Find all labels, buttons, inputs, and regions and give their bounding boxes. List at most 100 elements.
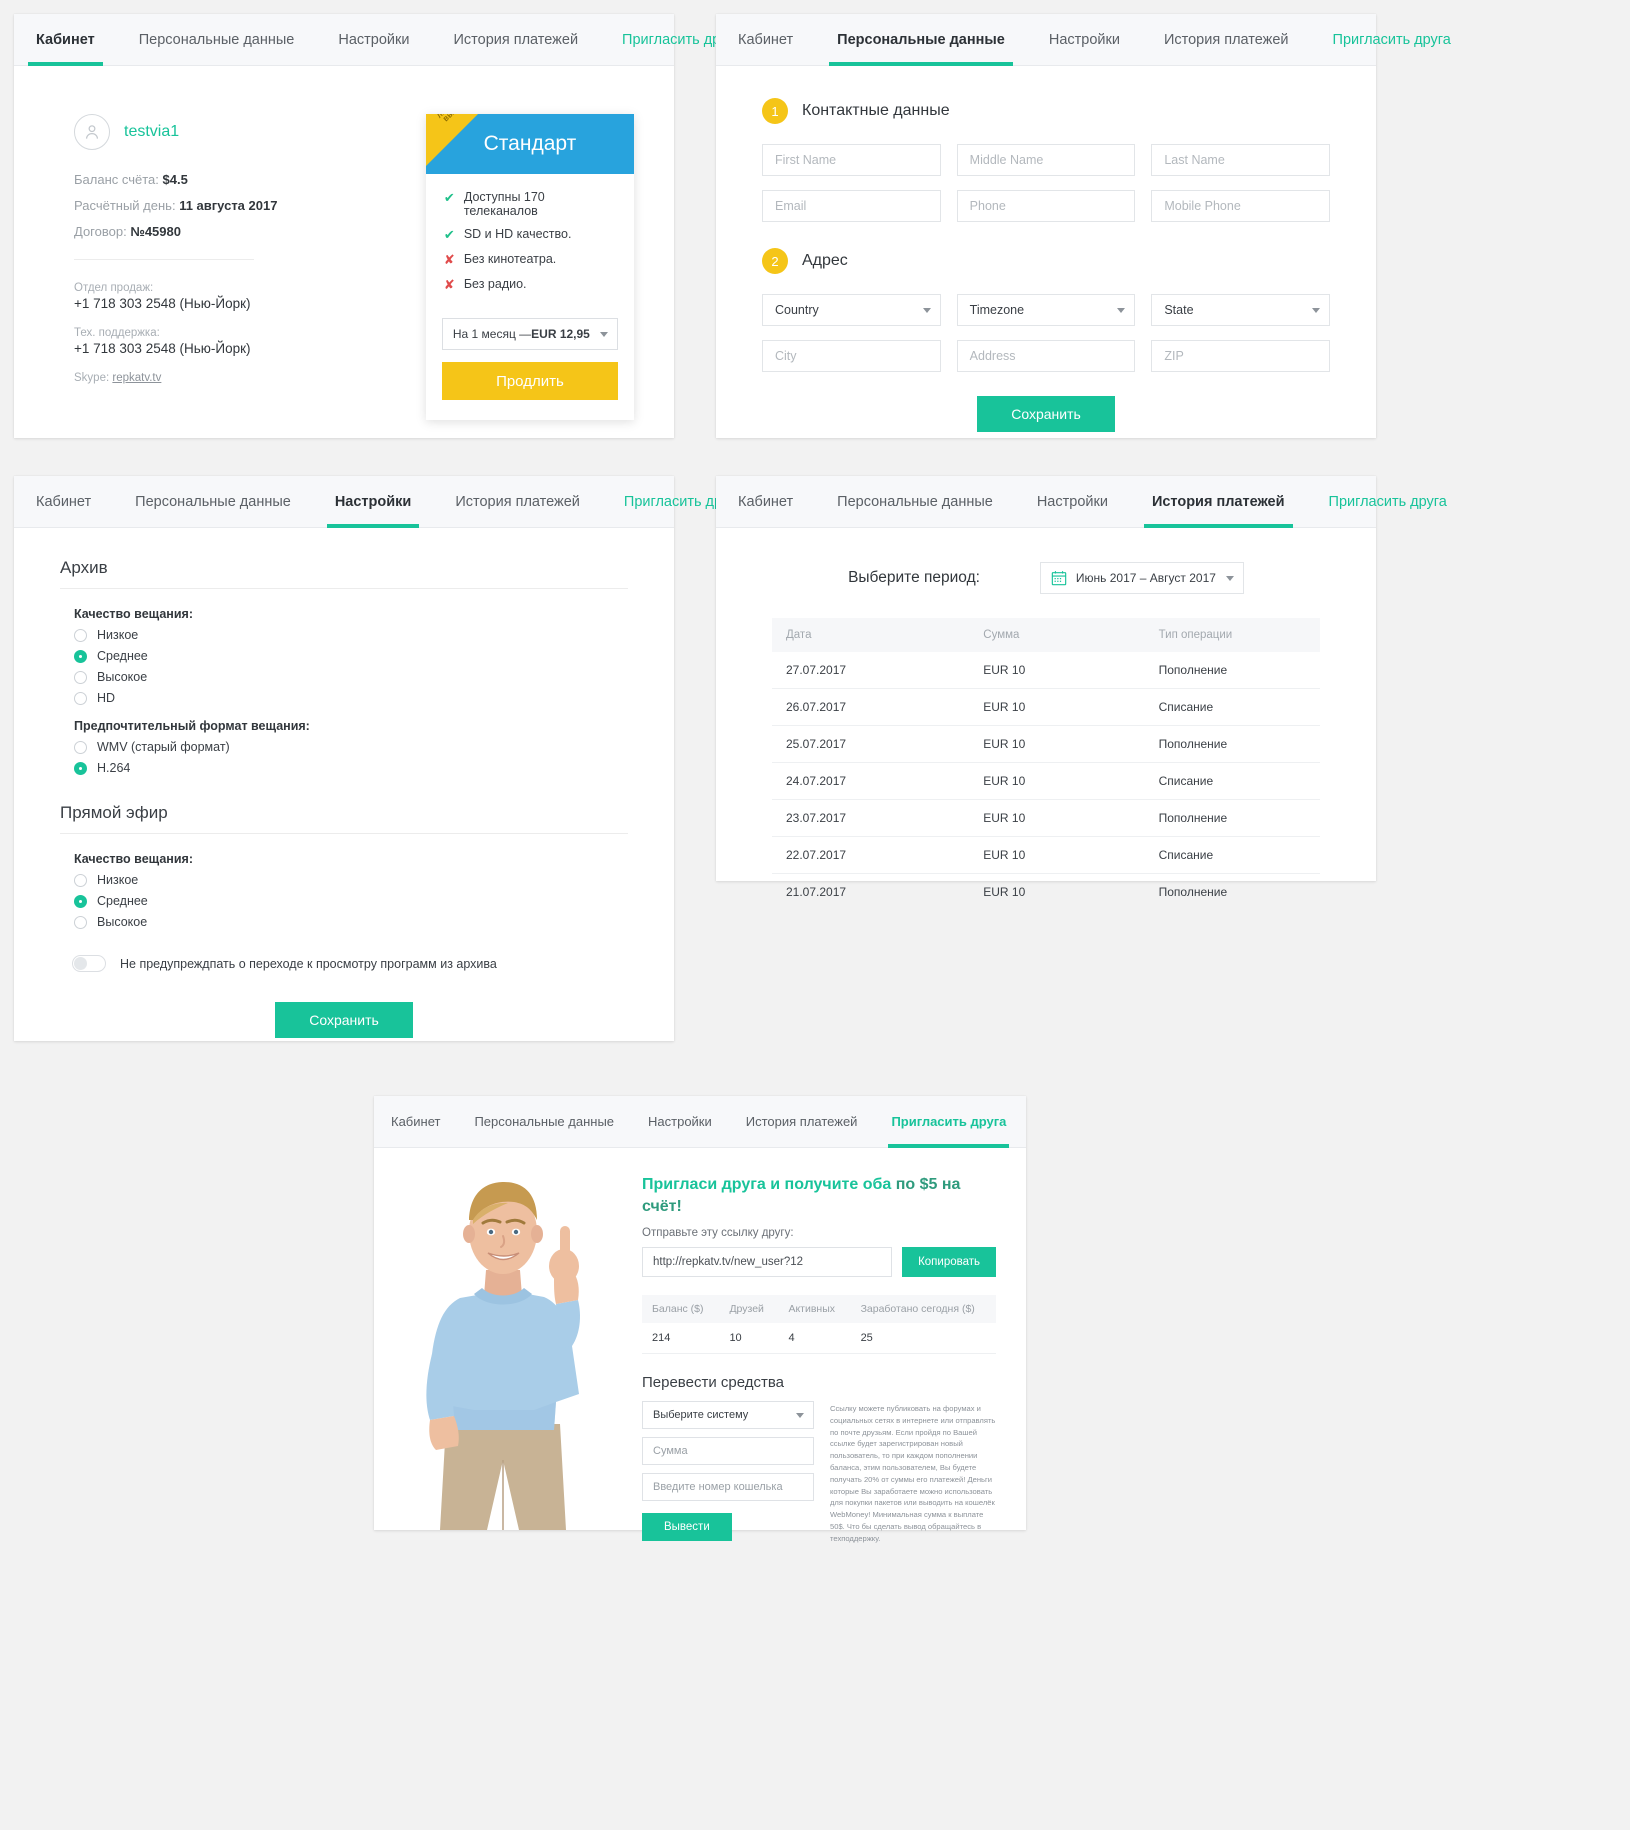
live-quality-option-medium[interactable]: Среднее: [74, 894, 628, 908]
table-row: 214 10 4 25: [642, 1323, 996, 1355]
address-field[interactable]: Address: [956, 340, 1136, 372]
invite-headline: Пригласи друга и получите оба по $5 на с…: [642, 1174, 996, 1217]
tab-payment-history[interactable]: История платежей: [433, 476, 602, 527]
user-name[interactable]: testvia1: [124, 123, 179, 141]
tariff-period-select[interactable]: На 1 месяц — EUR 12,95: [441, 318, 618, 350]
cell-date: 22.07.2017: [772, 836, 970, 874]
archive-warning-toggle-row: Не предупреждпать о переходе к просмотру…: [72, 955, 628, 972]
tab-settings[interactable]: Настройки: [1027, 14, 1142, 65]
cross-icon: ✘: [443, 277, 455, 292]
radio-label: Среднее: [97, 894, 148, 908]
cell-date: 23.07.2017: [772, 799, 970, 837]
tab-personal-data[interactable]: Персональные данные: [815, 14, 1027, 66]
tab-settings[interactable]: Настройки: [631, 1096, 729, 1147]
tab-personal-data[interactable]: Персональные данные: [117, 14, 317, 65]
tab-personal-data[interactable]: Персональные данные: [815, 476, 1015, 527]
tab-cabinet[interactable]: Кабинет: [14, 14, 117, 66]
cell-friends: 10: [719, 1323, 779, 1355]
amount-field[interactable]: Сумма: [642, 1437, 814, 1466]
cell-operation-type: Списание: [1144, 688, 1320, 726]
support-contact-block: Тех. поддержка: +1 718 303 2548 (Нью-Йор…: [74, 327, 358, 356]
chevron-down-icon: [1117, 308, 1126, 313]
state-select-value: State: [1164, 303, 1194, 317]
column-header-active: Активных: [778, 1295, 851, 1324]
format-option-wmv[interactable]: WMV (старый формат): [74, 740, 628, 754]
mobile-phone-field[interactable]: Mobile Phone: [1151, 190, 1331, 222]
tab-cabinet[interactable]: Кабинет: [14, 476, 113, 527]
email-field[interactable]: Email: [762, 190, 941, 222]
column-header-friends: Друзей: [719, 1295, 779, 1324]
tab-settings[interactable]: Настройки: [316, 14, 431, 65]
column-header-earned-today: Заработано сегодня ($): [850, 1295, 996, 1324]
period-range-select[interactable]: Июнь 2017 – Август 2017: [1039, 562, 1244, 594]
table-row: 27.07.2017 EUR 10 Пополнение: [772, 652, 1320, 689]
tab-cabinet[interactable]: Кабинет: [716, 14, 815, 65]
tab-payment-history[interactable]: История платежей: [431, 14, 600, 65]
tab-payment-history[interactable]: История платежей: [1142, 14, 1311, 65]
tab-personal-data[interactable]: Персональные данные: [113, 476, 313, 527]
archive-warning-toggle[interactable]: [72, 955, 106, 972]
phone-field[interactable]: Phone: [956, 190, 1136, 222]
cell-operation-type: Списание: [1144, 836, 1320, 874]
skype-link[interactable]: repkatv.tv: [112, 372, 161, 384]
last-name-field[interactable]: Last Name: [1151, 144, 1331, 176]
wallet-number-field[interactable]: Введите номер кошелька: [642, 1473, 814, 1502]
tab-settings[interactable]: Настройки: [1015, 476, 1130, 527]
renew-button[interactable]: Продлить: [441, 362, 618, 400]
first-name-field[interactable]: First Name: [762, 144, 941, 176]
timezone-select-value: Timezone: [969, 303, 1025, 317]
column-header-operation-type: Тип операции: [1144, 618, 1320, 652]
column-header-date: Дата: [772, 618, 970, 652]
radio-icon-selected: [74, 649, 87, 663]
chevron-down-icon: [1225, 576, 1234, 581]
tab-settings[interactable]: Настройки: [313, 476, 434, 528]
tab-payment-history[interactable]: История платежей: [729, 1096, 875, 1147]
table-row: 22.07.2017 EUR 10 Списание: [772, 836, 1320, 874]
cell-date: 21.07.2017: [786, 885, 847, 899]
copy-button[interactable]: Копировать: [902, 1247, 996, 1278]
chevron-down-icon: [600, 332, 608, 337]
check-icon: ✔: [443, 190, 455, 205]
contact-step-header: 1 Контактные данные: [762, 98, 1330, 124]
tab-personal-data[interactable]: Персональные данные: [457, 1096, 631, 1147]
payment-system-select[interactable]: Выберите систему: [642, 1401, 814, 1430]
timezone-select[interactable]: Timezone: [956, 294, 1136, 326]
live-quality-option-high[interactable]: Высокое: [74, 915, 628, 929]
column-header-balance: Баланс ($): [642, 1295, 720, 1324]
country-select-value: Country: [775, 303, 819, 317]
cell-amount: EUR 10: [983, 885, 1026, 899]
live-quality-option-low[interactable]: Низкое: [74, 873, 628, 887]
table-row: 21.07.2017 EUR 10 Пополнение: [772, 874, 1320, 911]
archive-quality-option-medium[interactable]: Среднее: [74, 649, 628, 663]
cell-date: 27.07.2017: [772, 652, 970, 689]
country-select[interactable]: Country: [762, 294, 941, 326]
format-option-h264[interactable]: H.264: [74, 761, 628, 775]
save-button[interactable]: Сохранить: [275, 1002, 413, 1038]
tab-invite-friend[interactable]: Пригласить друга: [1307, 476, 1469, 527]
middle-name-field[interactable]: Middle Name: [956, 144, 1136, 176]
tab-payment-history[interactable]: История платежей: [1130, 476, 1307, 528]
zip-field[interactable]: ZIP: [1151, 340, 1331, 372]
city-field[interactable]: City: [762, 340, 941, 372]
tabbar-personal: Кабинет Персональные данные Настройки Ис…: [716, 14, 1451, 66]
radio-label: Среднее: [97, 649, 148, 663]
archive-quality-option-hd[interactable]: HD: [74, 691, 628, 705]
referral-link-input[interactable]: http://repkatv.tv/new_user?12: [642, 1247, 893, 1278]
archive-quality-option-low[interactable]: Низкое: [74, 628, 628, 642]
archive-quality-option-high[interactable]: Высокое: [74, 670, 628, 684]
tab-cabinet[interactable]: Кабинет: [716, 476, 815, 527]
state-select[interactable]: State: [1151, 294, 1331, 326]
tab-invite-friend[interactable]: Пригласить друга: [874, 1096, 1023, 1148]
archive-warning-toggle-label: Не предупреждпать о переходе к просмотру…: [120, 956, 497, 971]
panel-personal-data: Кабинет Персональные данные Настройки Ис…: [716, 14, 1451, 438]
screenshot-stage: Кабинет Персональные данные Настройки Ис…: [0, 0, 1630, 1830]
tab-invite-friend[interactable]: Пригласить друга: [1311, 14, 1473, 65]
withdraw-button[interactable]: Вывести: [642, 1513, 732, 1542]
save-button[interactable]: Сохранить: [977, 396, 1115, 432]
cell-amount: EUR 10: [969, 799, 1145, 837]
tariff-feature: ✘ Без радио.: [444, 277, 618, 293]
cell-operation-type: Пополнение: [1158, 885, 1228, 899]
payment-history-table: Дата Сумма Тип операции 27.07.2017 EUR 1…: [772, 618, 1320, 910]
tariff-period-prefix: На 1 месяц —: [452, 327, 532, 341]
tab-cabinet[interactable]: Кабинет: [374, 1096, 457, 1147]
